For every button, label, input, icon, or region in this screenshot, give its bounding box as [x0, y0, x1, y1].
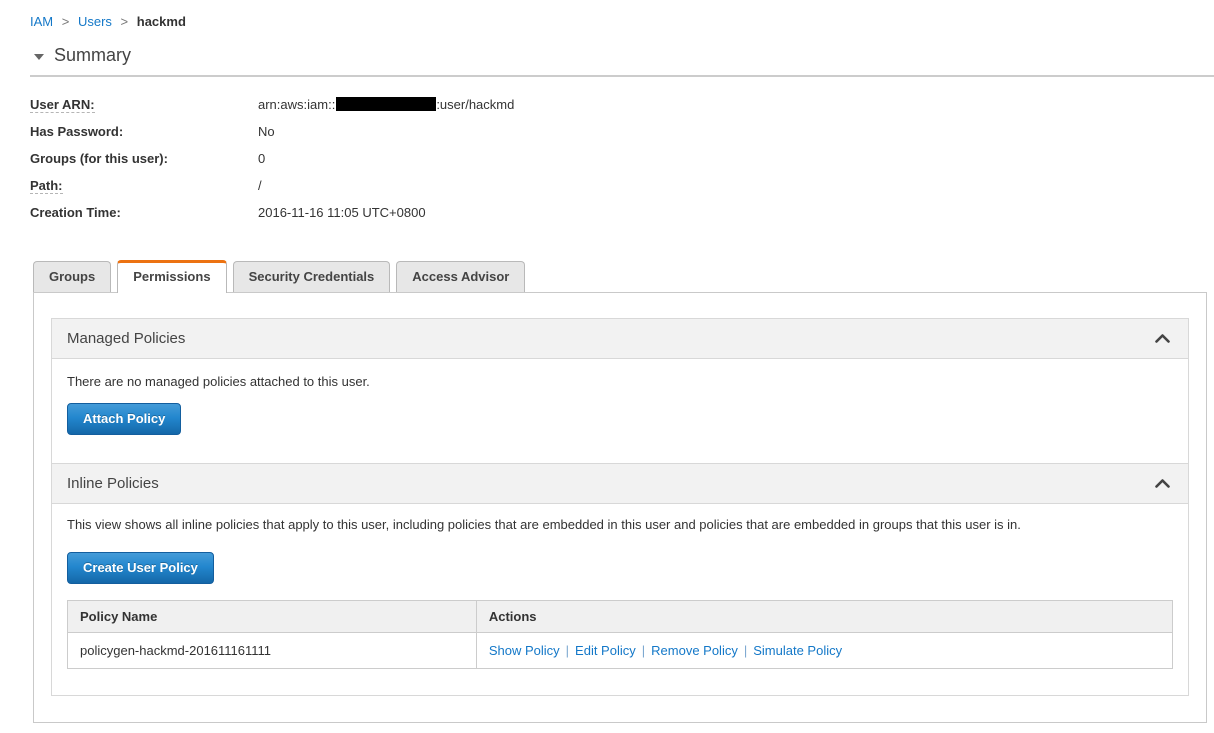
has-password-value: No: [258, 124, 275, 139]
inline-policies-header[interactable]: Inline Policies: [52, 464, 1188, 504]
tab-security-credentials[interactable]: Security Credentials: [232, 261, 391, 292]
policy-name-cell: policygen-hackmd-201611161111: [67, 632, 477, 669]
breadcrumb-link-iam[interactable]: IAM: [30, 14, 53, 29]
policy-table-header-row: Policy Name Actions: [67, 600, 1174, 633]
edit-policy-link[interactable]: Edit Policy: [575, 643, 636, 658]
path-value: /: [258, 178, 262, 193]
tab-access-advisor[interactable]: Access Advisor: [396, 261, 526, 292]
tab-groups[interactable]: Groups: [33, 261, 112, 292]
summary-row-has-password: Has Password: No: [30, 118, 1207, 145]
tab-permissions[interactable]: Permissions: [117, 260, 227, 293]
breadcrumb-link-users[interactable]: Users: [78, 14, 112, 29]
chevron-up-icon[interactable]: [1155, 479, 1170, 488]
user-arn-value: arn:aws:iam:::user/hackmd: [258, 97, 515, 112]
policy-name-column-header: Policy Name: [67, 600, 477, 633]
action-separator: |: [641, 643, 646, 658]
managed-policies-section: Managed Policies There are no managed po…: [51, 318, 1189, 464]
breadcrumb-separator: >: [120, 14, 129, 29]
summary-row-user-arn: User ARN: arn:aws:iam:::user/hackmd: [30, 91, 1207, 118]
iam-user-page: IAM > Users > hackmd Summary User ARN: a…: [0, 0, 1214, 733]
groups-count-label: Groups (for this user):: [30, 151, 168, 166]
tab-strip: Groups Permissions Security Credentials …: [33, 260, 1207, 293]
managed-policies-title: Managed Policies: [67, 330, 186, 347]
actions-column-header: Actions: [475, 600, 1174, 633]
show-policy-link[interactable]: Show Policy: [489, 643, 560, 658]
has-password-label: Has Password:: [30, 124, 124, 139]
creation-time-label: Creation Time:: [30, 205, 121, 220]
remove-policy-link[interactable]: Remove Policy: [651, 643, 738, 658]
chevron-up-icon[interactable]: [1155, 334, 1170, 343]
summary-row-creation-time: Creation Time: 2016-11-16 11:05 UTC+0800: [30, 199, 1207, 226]
creation-time-value: 2016-11-16 11:05 UTC+0800: [258, 205, 426, 220]
summary-row-groups: Groups (for this user): 0: [30, 145, 1207, 172]
attach-policy-button[interactable]: Attach Policy: [67, 403, 182, 435]
summary-section-header[interactable]: Summary: [30, 45, 1214, 77]
collapse-triangle-icon: [34, 53, 44, 60]
managed-policies-body: There are no managed policies attached t…: [52, 359, 1188, 463]
managed-policies-header[interactable]: Managed Policies: [52, 319, 1188, 359]
policy-actions-cell: Show Policy | Edit Policy | Remove Policy | Si…: [475, 632, 1174, 669]
inline-policies-description: This view shows all inline policies that…: [67, 517, 1021, 532]
breadcrumb: IAM > Users > hackmd: [30, 14, 1207, 29]
redacted-account-id: [336, 97, 437, 111]
permissions-tab-panel: Managed Policies There are no managed po…: [33, 292, 1207, 723]
inline-policies-body: This view shows all inline policies that…: [52, 504, 1188, 695]
user-arn-label: User ARN:: [30, 97, 95, 113]
simulate-policy-link[interactable]: Simulate Policy: [753, 643, 842, 658]
breadcrumb-separator: >: [61, 14, 70, 29]
action-separator: |: [743, 643, 748, 658]
breadcrumb-current-user: hackmd: [136, 14, 186, 29]
summary-fields: User ARN: arn:aws:iam:::user/hackmd Has …: [30, 91, 1207, 226]
groups-count-value: 0: [258, 151, 266, 166]
create-user-policy-button[interactable]: Create User Policy: [67, 552, 214, 584]
action-separator: |: [565, 643, 570, 658]
inline-policies-table: Policy Name Actions policygen-hackmd-201…: [67, 600, 1174, 669]
tabs-container: Groups Permissions Security Credentials …: [33, 260, 1207, 723]
path-label: Path:: [30, 178, 63, 194]
summary-title: Summary: [54, 45, 132, 65]
summary-row-path: Path: /: [30, 172, 1207, 199]
inline-policies-section: Inline Policies This view shows all inli…: [51, 463, 1189, 696]
policy-table-row: policygen-hackmd-201611161111 Show Polic…: [67, 632, 1174, 669]
managed-policies-empty-message: There are no managed policies attached t…: [67, 374, 370, 389]
inline-policies-title: Inline Policies: [67, 475, 159, 492]
